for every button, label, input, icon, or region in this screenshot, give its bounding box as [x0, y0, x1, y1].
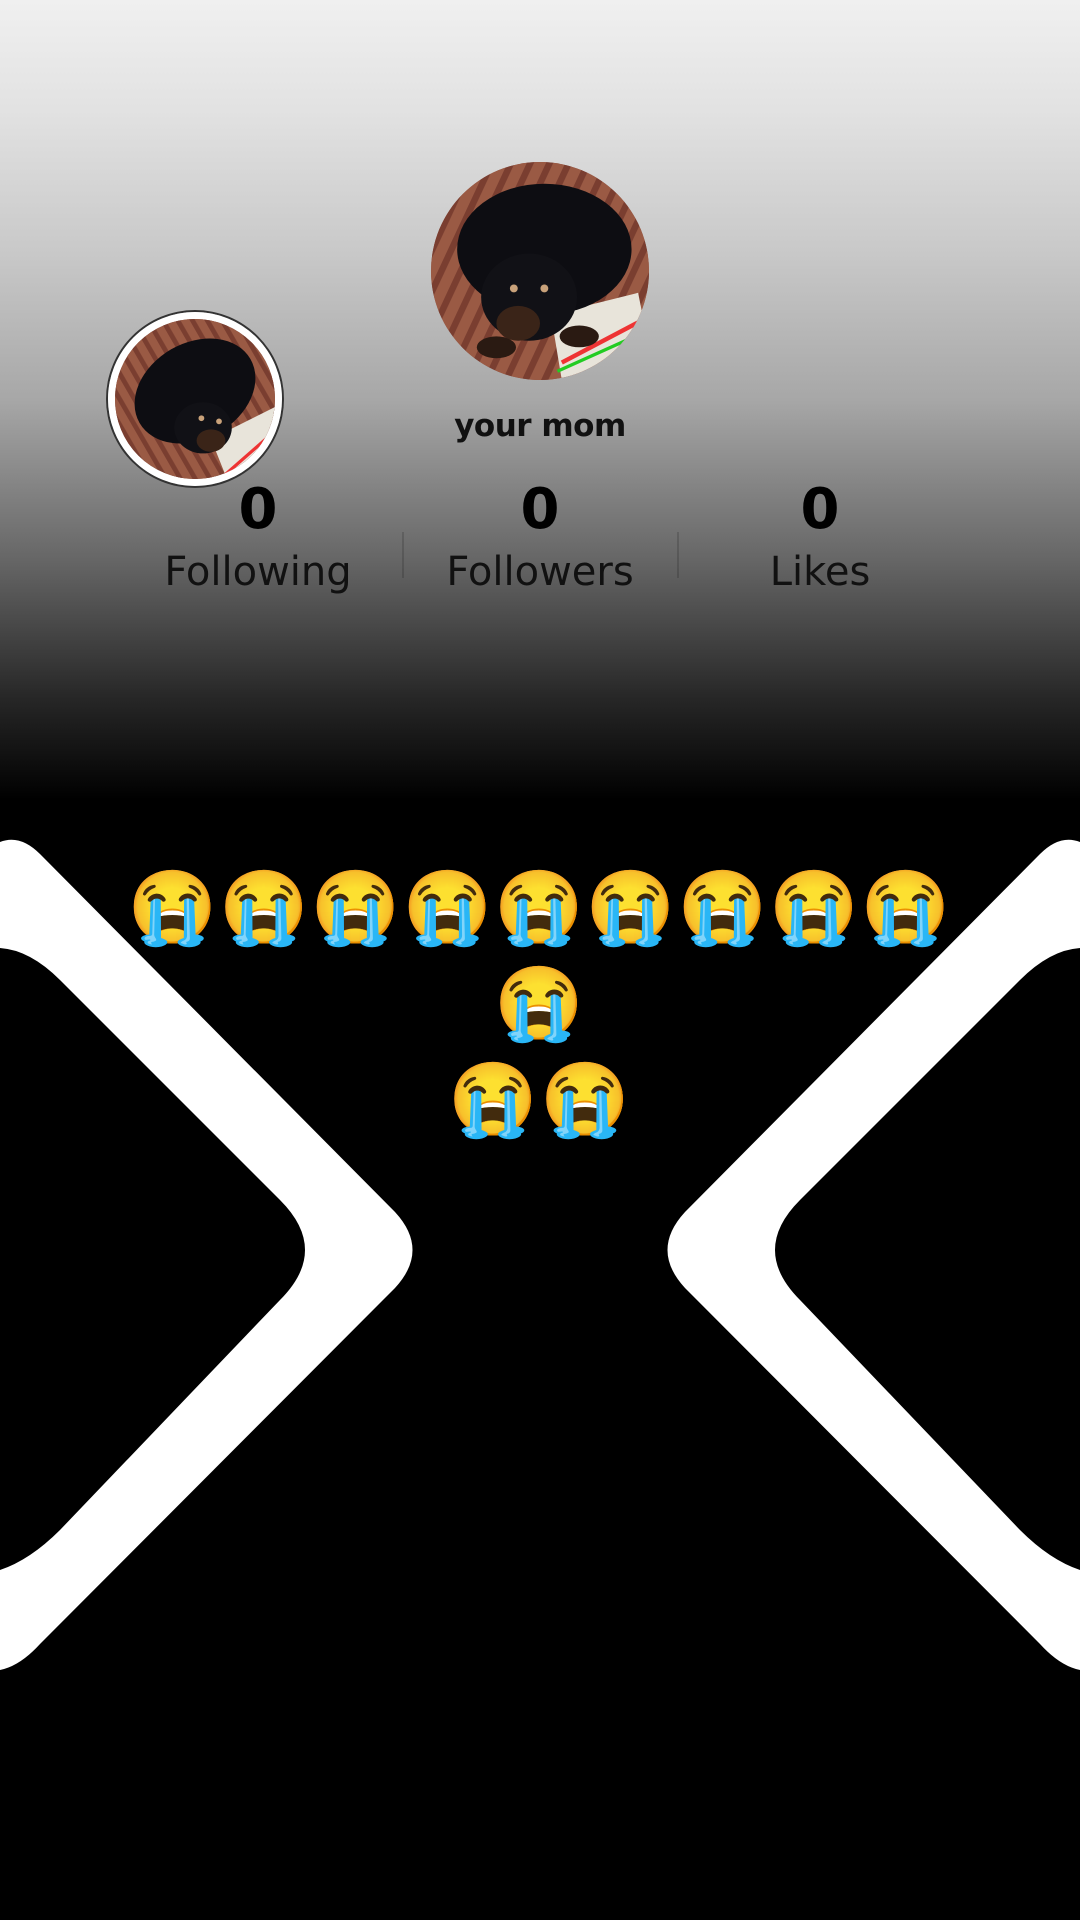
stat-followers[interactable]: 0 Followers [410, 477, 670, 595]
dog-photo-icon [115, 319, 275, 479]
stat-likes[interactable]: 0 Likes [690, 477, 950, 595]
likes-label: Likes [769, 549, 871, 595]
profile-username: your mom [454, 408, 626, 444]
followers-label: Followers [446, 549, 634, 595]
stat-divider [402, 532, 404, 578]
stat-divider [677, 532, 679, 578]
following-label: Following [164, 549, 352, 595]
dog-photo-icon [431, 162, 649, 380]
stat-following[interactable]: 0 Following [128, 477, 388, 595]
following-count: 0 [238, 477, 278, 542]
story-avatar[interactable] [108, 312, 282, 486]
emoji-line-2: 😭😭 [448, 1060, 632, 1140]
emoji-line-1: 😭😭😭😭😭😭😭😭😭😭 [127, 868, 953, 1044]
likes-count: 0 [800, 477, 840, 542]
followers-count: 0 [520, 477, 560, 542]
emoji-caption: 😭😭😭😭😭😭😭😭😭😭 😭😭 [120, 860, 960, 1148]
profile-avatar[interactable] [431, 162, 649, 380]
